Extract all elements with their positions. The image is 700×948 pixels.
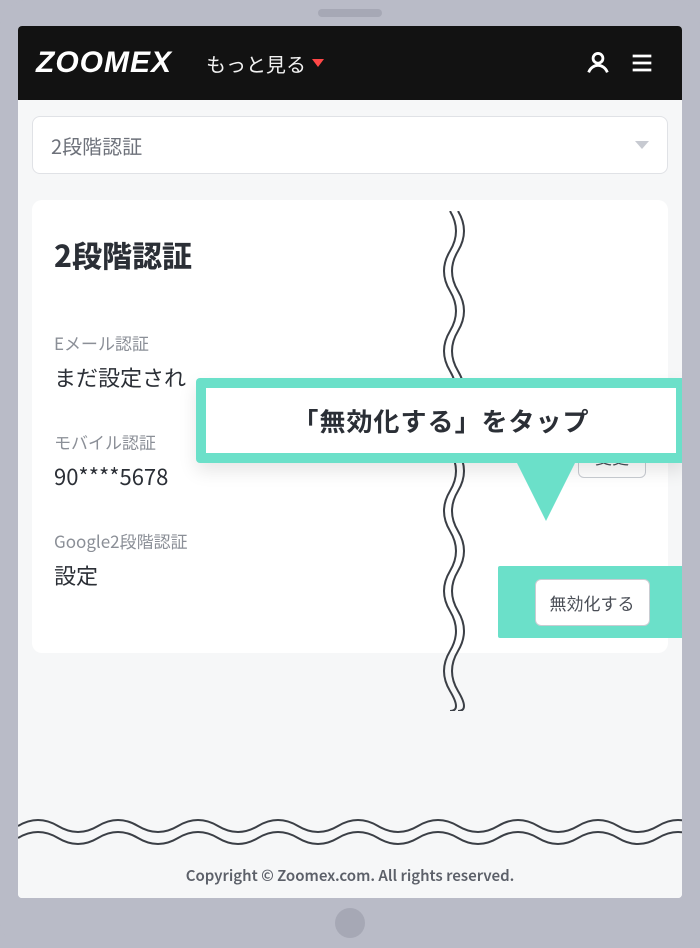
- device-home-button: [335, 908, 365, 938]
- screen: ZOOMEX もっと見る: [18, 26, 682, 898]
- email-auth-label: Eメール認証: [54, 330, 646, 355]
- google-disable-button[interactable]: 無効化する: [535, 579, 650, 626]
- disable-button-highlight: 無効化する: [498, 566, 682, 638]
- footer-copyright: Copyright © Zoomex.com. All rights reser…: [18, 865, 682, 886]
- card-title: 2段階認証: [54, 232, 646, 276]
- hamburger-icon: [628, 49, 656, 77]
- user-icon: [584, 49, 612, 77]
- account-button[interactable]: [576, 41, 620, 85]
- instruction-callout: 「無効化する」をタップ: [196, 378, 682, 521]
- section-selector[interactable]: 2段階認証: [32, 116, 668, 174]
- section-selector-label: 2段階認証: [51, 131, 142, 160]
- chevron-down-icon: [635, 141, 649, 149]
- brand-logo[interactable]: ZOOMEX: [36, 46, 172, 80]
- nav-more-link[interactable]: もっと見る: [206, 49, 324, 78]
- app-header: ZOOMEX もっと見る: [18, 26, 682, 100]
- chevron-down-icon: [312, 59, 324, 67]
- device-speaker: [318, 9, 382, 17]
- callout-arrow-icon: [516, 461, 576, 521]
- menu-button[interactable]: [620, 41, 664, 85]
- google-auth-label: Google2段階認証: [54, 528, 646, 553]
- tablet-frame: ZOOMEX もっと見る: [0, 0, 700, 948]
- instruction-callout-text: 「無効化する」をタップ: [206, 388, 676, 453]
- nav-more-label: もっと見る: [206, 49, 306, 78]
